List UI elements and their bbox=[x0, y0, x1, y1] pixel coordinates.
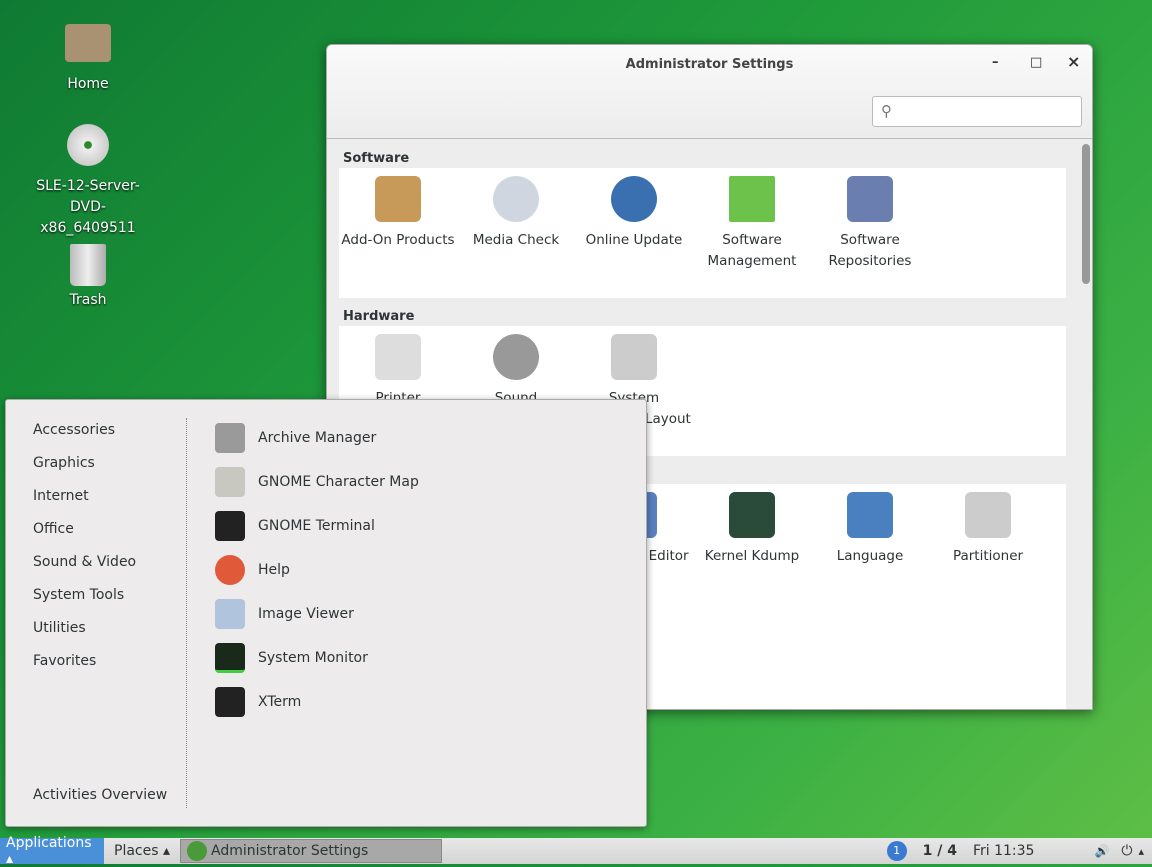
category-sound-video[interactable]: Sound & Video bbox=[33, 554, 136, 587]
desktop-icon-dvd[interactable]: SLE-12-Server-DVD-x86_6409511 bbox=[13, 124, 163, 239]
maximize-button[interactable]: □ bbox=[1030, 55, 1042, 70]
item-language[interactable]: Language bbox=[811, 492, 929, 709]
titlebar: Administrator Settings – □ × ⚲ bbox=[327, 45, 1092, 139]
xterm-icon bbox=[215, 687, 245, 717]
category-system-tools[interactable]: System Tools bbox=[33, 587, 136, 620]
app-xterm[interactable]: XTerm bbox=[215, 680, 419, 724]
trash-icon bbox=[70, 244, 106, 286]
app-system-monitor[interactable]: System Monitor bbox=[215, 636, 419, 680]
lifebuoy-icon bbox=[215, 555, 245, 585]
close-button[interactable]: × bbox=[1067, 52, 1080, 71]
applications-button[interactable]: Applications ▴ bbox=[0, 835, 104, 867]
taskbar-administrator-settings[interactable]: Administrator Settings bbox=[180, 839, 442, 863]
item-media-check[interactable]: Media Check bbox=[457, 176, 575, 288]
item-software-management[interactable]: Software Management bbox=[693, 176, 811, 288]
desktop-icon-home[interactable]: Home bbox=[13, 24, 163, 95]
app-image-viewer[interactable]: Image Viewer bbox=[215, 592, 419, 636]
applications-menu: Accessories Graphics Internet Office Sou… bbox=[5, 399, 647, 827]
app-label: GNOME Terminal bbox=[258, 518, 375, 534]
item-label: Language bbox=[836, 548, 904, 564]
disc-icon bbox=[67, 124, 109, 166]
floppy-disc-icon bbox=[847, 176, 893, 222]
activities-overview[interactable]: Activities Overview bbox=[33, 787, 167, 803]
character-map-icon bbox=[215, 467, 245, 497]
minimize-button[interactable]: – bbox=[992, 55, 999, 70]
software-box-icon bbox=[729, 176, 775, 222]
item-partitioner[interactable]: Partitioner bbox=[929, 492, 1047, 709]
keyboard-icon bbox=[611, 334, 657, 380]
speaker-icon bbox=[493, 334, 539, 380]
category-list: Accessories Graphics Internet Office Sou… bbox=[33, 422, 136, 686]
app-character-map[interactable]: GNOME Character Map bbox=[215, 460, 419, 504]
item-label: Software Management bbox=[707, 232, 797, 269]
globe-update-icon bbox=[611, 176, 657, 222]
item-label: Partitioner bbox=[952, 548, 1024, 564]
category-internet[interactable]: Internet bbox=[33, 488, 136, 521]
system-monitor-icon bbox=[215, 643, 245, 673]
printer-icon bbox=[375, 334, 421, 380]
terminal-icon bbox=[215, 511, 245, 541]
app-gnome-terminal[interactable]: GNOME Terminal bbox=[215, 504, 419, 548]
app-label: System Monitor bbox=[258, 650, 368, 666]
search-icon: ⚲ bbox=[881, 102, 892, 120]
app-label: Image Viewer bbox=[258, 606, 354, 622]
disk-pie-icon bbox=[965, 492, 1011, 538]
item-add-on-products[interactable]: Add-On Products bbox=[339, 176, 457, 288]
item-label: Kernel Kdump bbox=[704, 548, 800, 564]
desktop-icon-label: SLE-12-Server-DVD-x86_6409511 bbox=[36, 178, 140, 236]
workspace-badge[interactable]: 1 bbox=[886, 841, 907, 861]
window-title: Administrator Settings bbox=[625, 57, 794, 72]
package-icon bbox=[375, 176, 421, 222]
category-accessories[interactable]: Accessories bbox=[33, 422, 136, 455]
category-utilities[interactable]: Utilities bbox=[33, 620, 136, 653]
places-button[interactable]: Places ▴ bbox=[104, 838, 180, 864]
category-office[interactable]: Office bbox=[33, 521, 136, 554]
disc-check-icon bbox=[493, 176, 539, 222]
workspace-indicator[interactable]: 1 / 4 bbox=[923, 843, 957, 859]
app-label: XTerm bbox=[258, 694, 302, 710]
app-label: Help bbox=[258, 562, 290, 578]
archive-icon bbox=[215, 423, 245, 453]
yast-icon bbox=[187, 841, 207, 861]
kdump-monitor-icon bbox=[729, 492, 775, 538]
item-label: Add-On Products bbox=[341, 232, 455, 248]
desktop-icon-trash[interactable]: Trash bbox=[13, 244, 163, 311]
app-list: Archive Manager GNOME Character Map GNOM… bbox=[215, 416, 419, 724]
app-label: Archive Manager bbox=[258, 430, 377, 446]
app-archive-manager[interactable]: Archive Manager bbox=[215, 416, 419, 460]
search-input[interactable]: ⚲ bbox=[872, 96, 1082, 127]
section-header-software: Software bbox=[343, 151, 410, 166]
item-label: Media Check bbox=[472, 232, 560, 248]
scrollbar[interactable] bbox=[1082, 142, 1090, 705]
bottom-panel: Applications ▴ Places ▴ Administrator Se… bbox=[0, 835, 1152, 867]
desktop-icon-label: Home bbox=[67, 76, 109, 92]
app-help[interactable]: Help bbox=[215, 548, 419, 592]
app-label: GNOME Character Map bbox=[258, 474, 419, 490]
image-viewer-icon bbox=[215, 599, 245, 629]
flag-globe-icon bbox=[847, 492, 893, 538]
volume-icon[interactable]: 🔊 bbox=[1094, 844, 1109, 858]
power-icon[interactable]: ⏻ bbox=[1121, 843, 1132, 859]
section-software: Add-On Products Media Check Online Updat… bbox=[339, 168, 1066, 298]
item-software-repositories[interactable]: Software Repositories bbox=[811, 176, 929, 288]
folder-home-icon bbox=[65, 24, 111, 62]
item-label: Online Update bbox=[585, 232, 683, 248]
section-header-hardware: Hardware bbox=[343, 309, 415, 324]
clock[interactable]: Fri 11:35 bbox=[973, 843, 1034, 859]
category-graphics[interactable]: Graphics bbox=[33, 455, 136, 488]
category-favorites[interactable]: Favorites bbox=[33, 653, 136, 686]
task-label: Administrator Settings bbox=[211, 843, 369, 859]
desktop-icon-label: Trash bbox=[69, 292, 107, 308]
menu-divider bbox=[186, 418, 187, 808]
item-kernel-kdump[interactable]: Kernel Kdump bbox=[693, 492, 811, 709]
item-label: Software Repositories bbox=[828, 232, 912, 269]
panel-menu-arrow[interactable]: ▴ bbox=[1138, 845, 1144, 858]
item-online-update[interactable]: Online Update bbox=[575, 176, 693, 288]
